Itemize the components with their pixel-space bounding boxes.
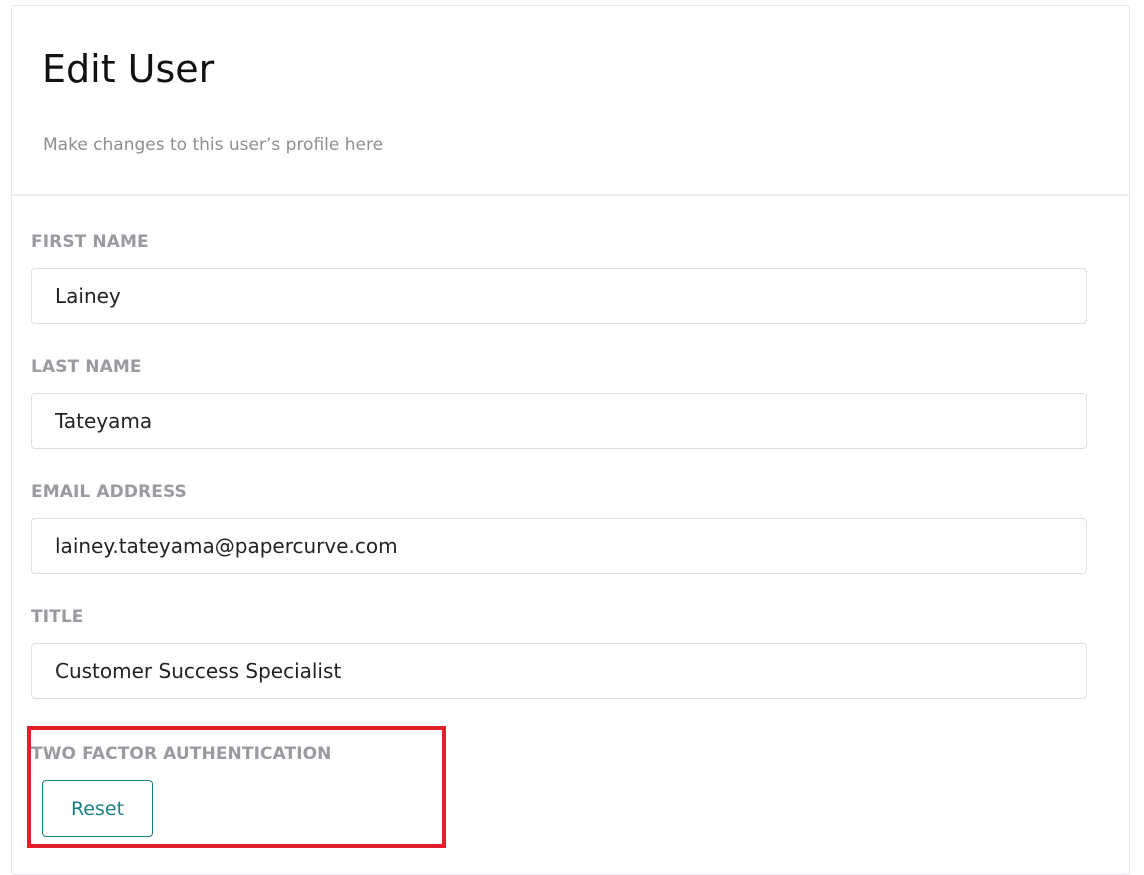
reset-two-factor-button[interactable]: Reset — [42, 780, 153, 837]
first-name-field[interactable] — [31, 268, 1087, 324]
first-name-label: FIRST NAME — [31, 232, 149, 252]
panel-header: Edit User Make changes to this user’s pr… — [12, 6, 1129, 196]
email-address-label: EMAIL ADDRESS — [31, 482, 187, 502]
title-field[interactable] — [31, 643, 1087, 699]
page-subtitle: Make changes to this user’s profile here — [43, 135, 384, 155]
email-field[interactable] — [31, 518, 1087, 574]
last-name-label: LAST NAME — [31, 357, 142, 377]
two-factor-label: TWO FACTOR AUTHENTICATION — [31, 744, 332, 764]
last-name-field[interactable] — [31, 393, 1087, 449]
page-title: Edit User — [42, 47, 215, 91]
title-label: TITLE — [31, 607, 84, 627]
